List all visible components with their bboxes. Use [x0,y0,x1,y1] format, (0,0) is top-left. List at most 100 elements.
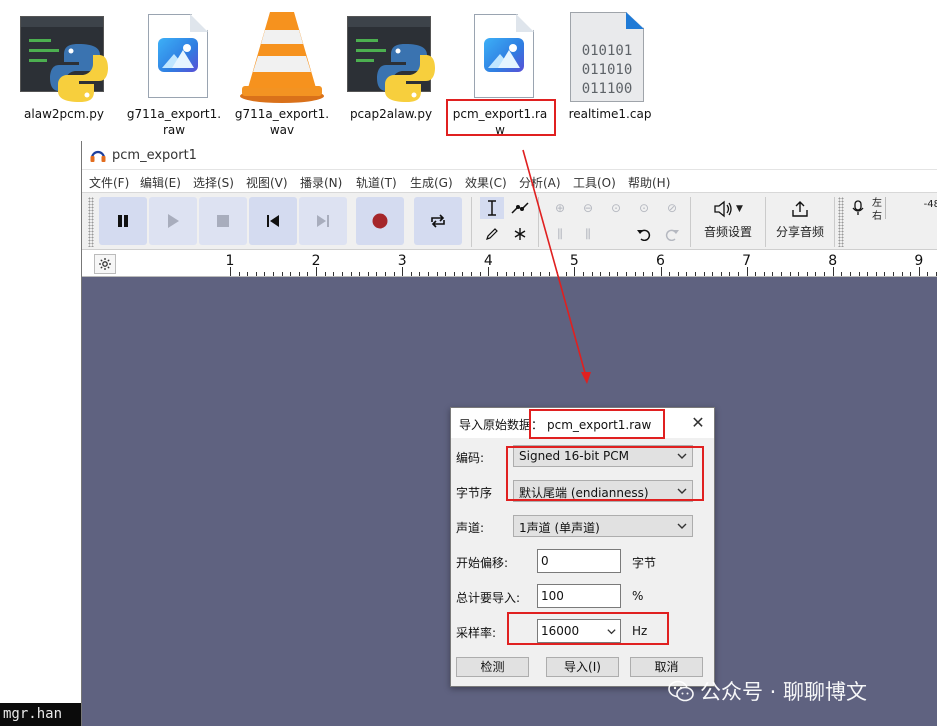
ruler-tick [298,272,300,276]
ruler-tick [410,272,412,276]
ruler-tick [376,272,378,276]
zoom-toggle-button[interactable]: ⊘ [660,197,684,219]
toolbar-grip[interactable] [88,197,94,247]
multi-tool[interactable] [508,223,532,245]
undo-button[interactable] [632,223,656,245]
zoom-out-icon: ⊖ [582,201,594,215]
import-button[interactable]: 导入(I) [546,657,619,677]
draw-tool[interactable] [480,223,504,245]
menu-file[interactable]: 文件(F) [89,174,129,191]
ruler-tick [281,272,283,276]
share-audio-label: 分享音频 [775,225,824,239]
loop-icon [431,214,445,228]
audacity-logo-icon [90,150,106,162]
pause-button[interactable] [99,197,147,245]
record-meter-button[interactable] [846,197,870,219]
ruler-tick [273,272,275,276]
stop-button[interactable] [199,197,247,245]
ruler-tick [634,272,636,276]
ruler-tick [737,272,739,276]
amount-input[interactable]: 100 [537,584,621,608]
menu-edit[interactable]: 编辑(E) [140,174,181,191]
play-button[interactable] [149,197,197,245]
ruler-tick [858,272,860,276]
trim-button[interactable]: ⫼ [548,223,572,245]
desktop-icon-pcap2alaw[interactable]: pcap2alaw.py [343,8,439,122]
skip-to-start-icon [267,215,279,227]
menu-tracks[interactable]: 轨道(T) [356,174,397,191]
skip-start-button[interactable] [249,197,297,245]
menu-generate[interactable]: 生成(G) [410,174,453,191]
terminal-snippet: mgr.han [0,703,82,726]
ruler-tick [677,272,679,276]
envelope-tool[interactable] [508,197,532,219]
channels-value: 1声道 (单声道) [519,521,600,535]
record-button[interactable] [356,197,404,245]
ruler-tick [875,272,877,276]
desktop-icon-alaw2pcm[interactable]: alaw2pcm.py [16,8,112,122]
silence-button[interactable]: ⫼ [576,223,600,245]
timeline-ruler[interactable]: 1 2 3 4 5 6 7 8 9 [82,250,937,277]
menu-transport[interactable]: 播录(N) [300,174,342,191]
toolbar-grip[interactable] [838,197,844,247]
zoom-out-button[interactable]: ⊖ [576,197,600,219]
amount-unit: % [632,589,644,603]
ruler-tick [419,272,421,276]
skip-end-button[interactable] [299,197,347,245]
ruler-tick [341,272,343,276]
ruler-tick [591,272,593,276]
image-file-icon [452,8,548,104]
ruler-tick [686,272,688,276]
desktop-icon-g711a-wav[interactable]: g711a_export1. wav [234,8,330,138]
ruler-tick [643,272,645,276]
ruler-tick [884,272,886,276]
close-button[interactable]: ✕ [688,413,708,432]
audio-setup-button[interactable]: ▼ 音频设置 [700,195,756,240]
desktop-icon-label: realtime1.cap [568,107,652,121]
recording-meter[interactable]: -48 [885,197,937,219]
ruler-tick [798,272,800,276]
selection-tool[interactable] [480,197,504,219]
menu-effect[interactable]: 效果(C) [465,174,507,191]
watermark: 公众号 · 聊聊博文 [668,676,867,706]
zoom-in-button[interactable]: ⊕ [548,197,572,219]
desktop-icon-realtime1[interactable]: 010101 011010 011100 realtime1.cap [562,8,658,122]
ruler-tick [479,272,481,276]
timeline-settings-button[interactable] [94,254,116,274]
menu-select[interactable]: 选择(S) [193,174,234,191]
record-icon [372,213,388,229]
ruler-tick [617,272,619,276]
share-audio-button[interactable]: 分享音频 [772,195,828,240]
ruler-tick [255,272,257,276]
offset-input[interactable]: 0 [537,549,621,573]
ruler-tick [548,272,550,276]
redo-button[interactable] [660,223,684,245]
channels-select[interactable]: 1声道 (单声道) [513,515,693,537]
menu-help[interactable]: 帮助(H) [628,174,670,191]
ruler-tick [694,272,696,276]
ruler-tick [892,272,894,276]
highlight-box-sample-rate [507,612,669,645]
ruler-tick [729,272,731,276]
ruler-tick [849,272,851,276]
menu-view[interactable]: 视图(V) [246,174,288,191]
meter-value: -48 [923,199,937,210]
i-beam-icon [488,200,496,216]
menu-tools[interactable]: 工具(O) [573,174,616,191]
cancel-button[interactable]: 取消 [630,657,703,677]
fit-selection-button[interactable]: ⊙ [604,197,628,219]
detect-button[interactable]: 检测 [456,657,529,677]
ruler-tick [557,272,559,276]
ruler-tick [264,272,266,276]
ruler-tick [393,272,395,276]
loop-button[interactable] [414,197,462,245]
fit-project-button[interactable]: ⊙ [632,197,656,219]
desktop-icon-label: alaw2pcm.py [24,107,104,121]
window-title: pcm_export1 [112,148,197,163]
desktop-icon-g711a-raw[interactable]: g711a_export1. raw [126,8,222,138]
ruler-tick [333,272,335,276]
ruler-tick [772,272,774,276]
menu-analyze[interactable]: 分析(A) [519,174,561,191]
fit-selection-icon: ⊙ [610,201,622,215]
highlight-box-encoding [506,446,704,501]
